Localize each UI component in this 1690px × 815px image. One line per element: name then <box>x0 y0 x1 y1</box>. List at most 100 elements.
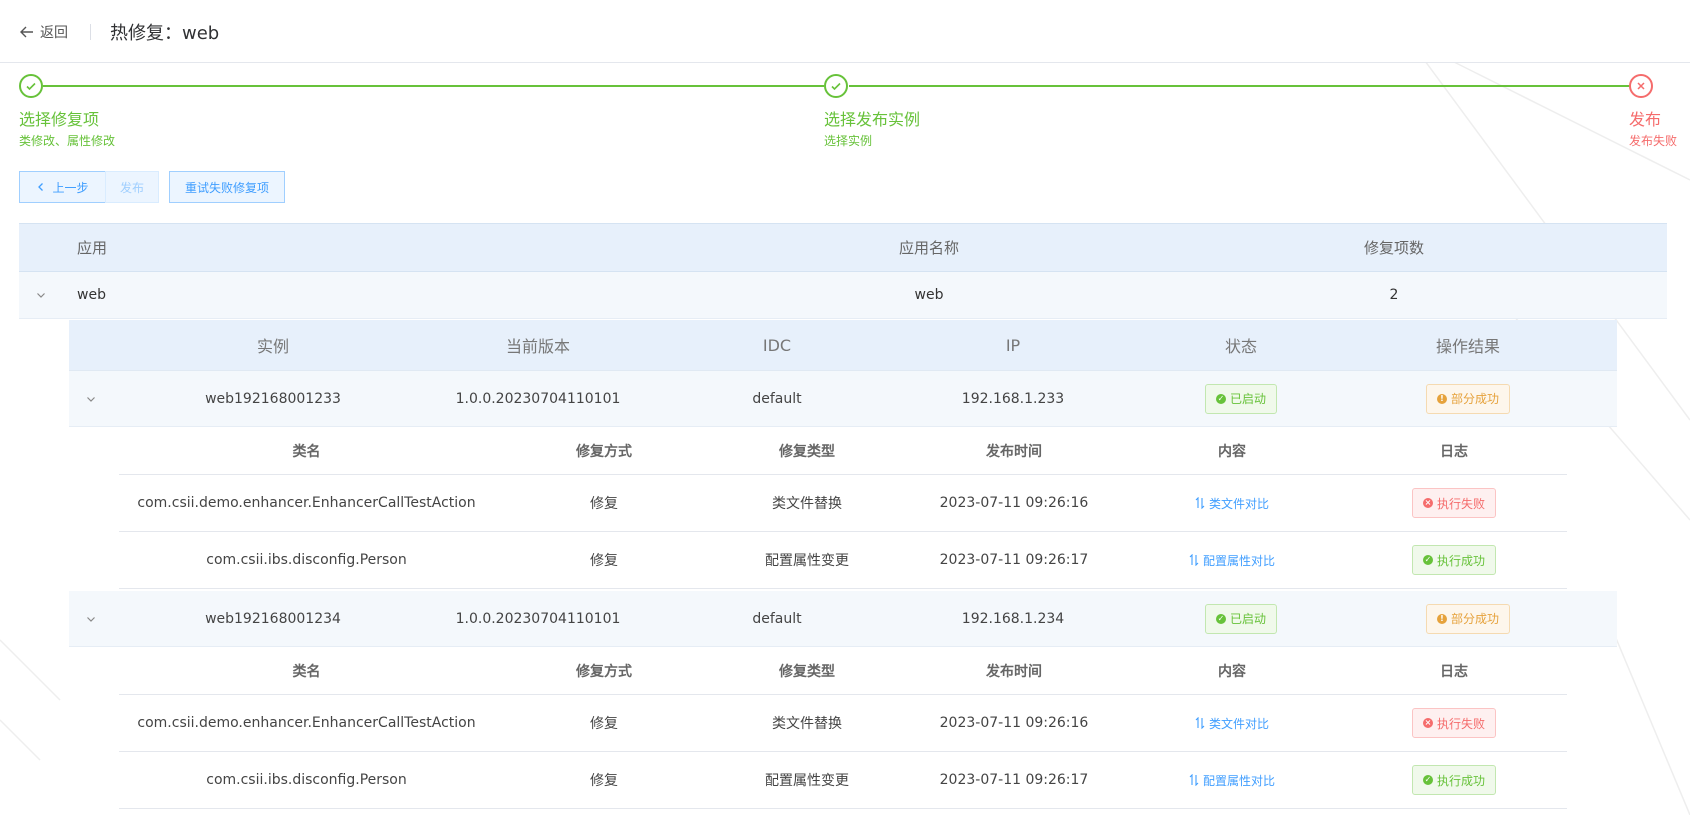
col-version: 当前版本 <box>505 337 570 356</box>
compare-link-label: 类文件对比 <box>1208 716 1269 731</box>
log-badge[interactable]: × 执行失败 <box>1379 475 1529 531</box>
time-cell: 2023-07-11 09:26:17 <box>939 772 1089 788</box>
instance-table-header: 实例 当前版本 IDC IP 状态 操作结果 <box>69 320 1617 371</box>
instance-row[interactable]: web192168001233 1.0.0.20230704110101 def… <box>69 371 1617 427</box>
retry-failed-button[interactable]: 重试失败修复项 <box>169 171 285 203</box>
publish-button[interactable]: 发布 <box>105 171 159 203</box>
type-cell: 类文件替换 <box>772 496 842 512</box>
retry-failed-label: 重试失败修复项 <box>184 180 269 195</box>
status-badge: ✓ 已启动 <box>1171 591 1311 646</box>
col-app: 应用 <box>77 239 108 257</box>
table-row: com.csii.demo.enhancer.EnhancerCallTestA… <box>119 475 1567 532</box>
method-cell: 修复 <box>590 716 618 732</box>
col-time: 发布时间 <box>986 443 1042 460</box>
chevron-down-icon[interactable] <box>83 371 99 426</box>
type-cell: 配置属性变更 <box>765 773 849 789</box>
compare-link-label: 配置属性对比 <box>1202 553 1275 568</box>
method-cell: 修复 <box>590 496 618 512</box>
app-name-cell: web <box>914 287 944 303</box>
time-cell: 2023-07-11 09:26:16 <box>939 495 1089 511</box>
compare-icon <box>1189 774 1199 786</box>
instance-name: web192168001233 <box>205 390 341 407</box>
app-table: 应用 应用名称 修复项数 web web 2 <box>19 223 1667 319</box>
compare-link-label: 配置属性对比 <box>1202 773 1275 788</box>
type-cell: 配置属性变更 <box>765 553 849 569</box>
check-circle-icon: ✓ <box>1422 555 1433 565</box>
time-cell: 2023-07-11 09:26:16 <box>939 715 1089 731</box>
instance-row-1[interactable]: web192168001233 1.0.0.20230704110101 def… <box>69 371 1617 427</box>
method-cell: 修复 <box>590 553 618 569</box>
app-cell: web <box>77 287 106 303</box>
method-cell: 修复 <box>590 773 618 789</box>
fix-count-cell: 2 <box>1389 287 1399 303</box>
instance-ip: 192.168.1.233 <box>961 390 1065 407</box>
chevron-down-icon[interactable] <box>83 591 99 646</box>
log-badge[interactable]: ✓ 执行成功 <box>1379 752 1529 808</box>
publish-label: 发布 <box>119 180 144 195</box>
error-circle-icon: × <box>1422 498 1433 508</box>
compare-link[interactable]: 配置属性对比 <box>1157 752 1307 808</box>
table-row: com.csii.demo.enhancer.EnhancerCallTestA… <box>119 695 1567 752</box>
status-badge: ✓ 已启动 <box>1171 371 1311 426</box>
col-log: 日志 <box>1440 663 1468 680</box>
instance-row[interactable]: web192168001234 1.0.0.20230704110101 def… <box>69 591 1617 647</box>
col-idc: IDC <box>762 335 792 355</box>
step-2-title: 选择发布实例 <box>824 110 921 129</box>
compare-link[interactable]: 类文件对比 <box>1157 695 1307 751</box>
step-3-desc: 发布失败 <box>1629 134 1678 148</box>
instance-ip: 192.168.1.234 <box>961 610 1065 627</box>
arrow-left-icon <box>20 26 33 38</box>
col-fix-count: 修复项数 <box>1363 239 1424 257</box>
compare-link-label: 类文件对比 <box>1208 496 1269 511</box>
time-cell: 2023-07-11 09:26:17 <box>939 552 1089 568</box>
col-class-name: 类名 <box>292 663 321 680</box>
chevron-down-icon[interactable] <box>33 272 49 318</box>
header-divider <box>90 24 91 40</box>
status-text: 已启动 <box>1229 612 1266 626</box>
step-3-close-icon <box>1629 74 1653 98</box>
col-content: 内容 <box>1218 443 1246 460</box>
chevron-left-icon <box>38 183 44 191</box>
compare-link[interactable]: 配置属性对比 <box>1157 532 1307 588</box>
compare-link[interactable]: 类文件对比 <box>1157 475 1307 531</box>
error-circle-icon: × <box>1422 718 1433 728</box>
log-text: 执行失败 <box>1436 496 1485 511</box>
col-app-name: 应用名称 <box>898 239 959 257</box>
instance-idc: default <box>752 610 802 627</box>
instance-table: 实例 当前版本 IDC IP 状态 操作结果 <box>69 320 1617 371</box>
col-method: 修复方式 <box>576 443 632 460</box>
col-type: 修复类型 <box>779 443 835 460</box>
log-badge[interactable]: × 执行失败 <box>1379 695 1529 751</box>
step-2-check-icon <box>824 74 848 98</box>
detail-table-header: 类名 修复方式 修复类型 发布时间 内容 日志 <box>119 427 1567 475</box>
prev-step-label: 上一步 <box>52 180 89 195</box>
result-text: 部分成功 <box>1450 612 1499 626</box>
col-result: 操作结果 <box>1435 337 1500 356</box>
app-row[interactable]: web web 2 <box>19 272 1667 319</box>
type-cell: 类文件替换 <box>772 716 842 732</box>
step-1-check-icon <box>19 74 43 98</box>
class-name-cell: com.csii.demo.enhancer.EnhancerCallTestA… <box>137 715 476 731</box>
log-badge[interactable]: ✓ 执行成功 <box>1379 532 1529 588</box>
log-text: 执行失败 <box>1436 716 1485 731</box>
instance-row-2[interactable]: web192168001234 1.0.0.20230704110101 def… <box>69 591 1617 647</box>
col-status: 状态 <box>1224 337 1257 356</box>
detail-table-2: 类名 修复方式 修复类型 发布时间 内容 日志 com.csii.demo.en… <box>119 647 1567 809</box>
check-circle-icon: ✓ <box>1215 393 1226 404</box>
prev-step-button[interactable]: 上一步 <box>19 171 105 203</box>
log-text: 执行成功 <box>1436 553 1485 568</box>
step-1-desc: 类修改、属性修改 <box>19 134 116 148</box>
result-badge: ! 部分成功 <box>1388 371 1548 426</box>
step-connector-2 <box>849 85 1630 87</box>
back-button[interactable]: 返回 <box>20 22 68 42</box>
check-circle-icon: ✓ <box>1215 613 1226 624</box>
col-instance: 实例 <box>256 337 289 356</box>
table-row: com.csii.ibs.disconfig.Person 修复 配置属性变更 … <box>119 752 1567 809</box>
warning-circle-icon: ! <box>1436 613 1447 624</box>
col-type: 修复类型 <box>779 663 835 680</box>
col-content: 内容 <box>1218 663 1246 680</box>
compare-icon <box>1189 554 1199 566</box>
step-2-desc: 选择实例 <box>824 134 873 148</box>
instance-version: 1.0.0.20230704110101 <box>455 610 621 627</box>
check-circle-icon: ✓ <box>1422 775 1433 785</box>
